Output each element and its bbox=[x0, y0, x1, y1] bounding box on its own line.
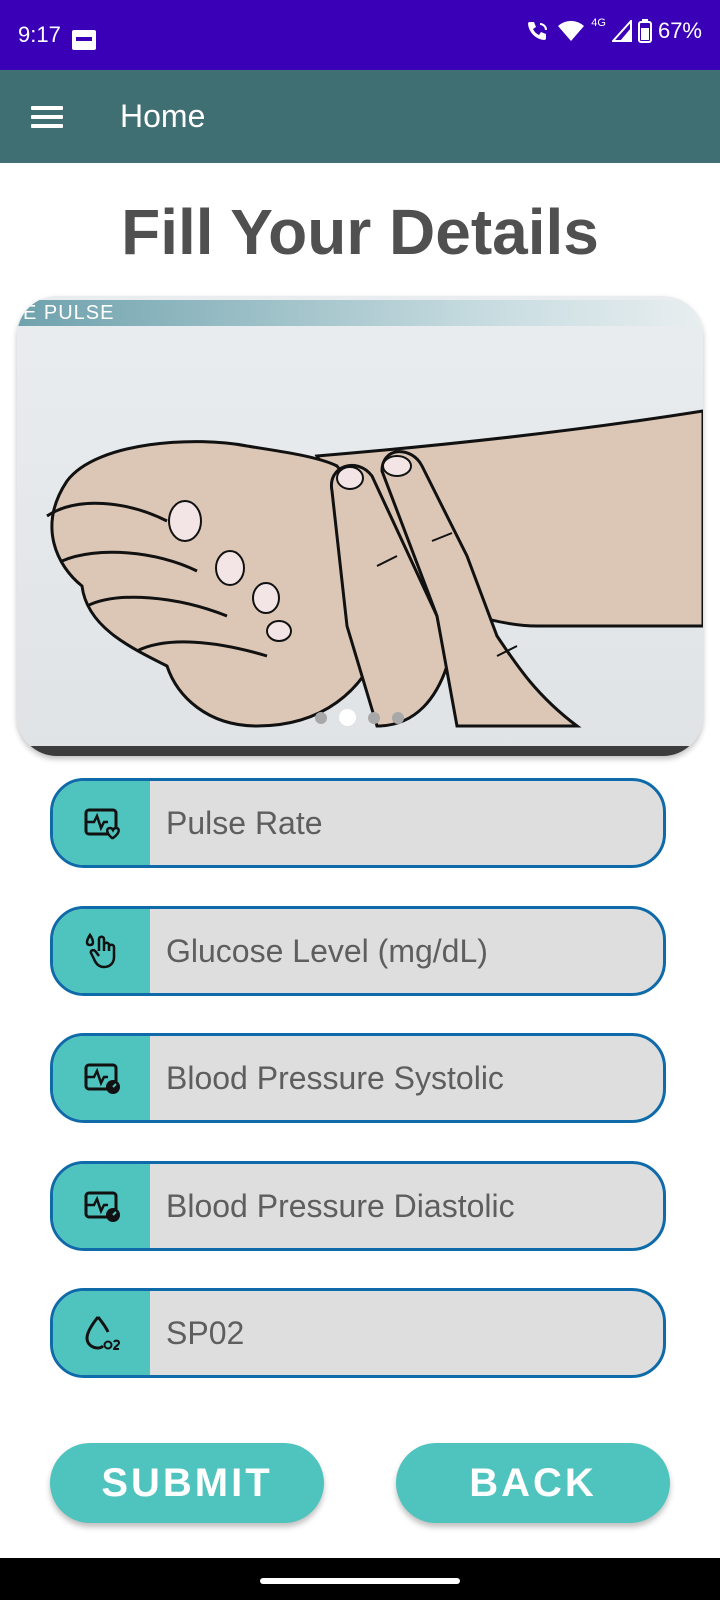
wifi-icon bbox=[558, 20, 585, 41]
system-navigation-bar bbox=[0, 1558, 720, 1600]
blood-pressure-systolic-field[interactable]: Blood Pressure Systolic bbox=[50, 1033, 666, 1123]
field-placeholder: Blood Pressure Diastolic bbox=[166, 1187, 515, 1224]
signal-icon bbox=[611, 20, 632, 42]
blood-pressure-icon bbox=[84, 1191, 120, 1222]
status-time: 9:17 bbox=[18, 22, 61, 47]
glucose-level-field[interactable]: Glucose Level (mg/dL) bbox=[50, 906, 666, 996]
pulse-rate-field[interactable]: Pulse Rate bbox=[50, 778, 666, 868]
carousel-dot[interactable] bbox=[392, 711, 404, 724]
wifi-call-icon bbox=[528, 22, 548, 40]
app-bar: Home bbox=[0, 70, 720, 163]
field-placeholder: Glucose Level (mg/dL) bbox=[166, 932, 488, 969]
home-gesture-handle[interactable] bbox=[260, 1578, 460, 1584]
field-placeholder: Pulse Rate bbox=[166, 804, 323, 841]
oxygen-drop-icon bbox=[84, 1316, 120, 1350]
finger-drop-icon bbox=[85, 932, 115, 969]
carousel-dot[interactable] bbox=[315, 711, 327, 724]
pulse-check-illustration bbox=[46, 409, 703, 728]
carousel-indicators bbox=[315, 709, 404, 726]
image-carousel[interactable]: E PULSE bbox=[17, 296, 703, 756]
page-title: Fill Your Details bbox=[121, 196, 599, 268]
field-icon-box bbox=[53, 1164, 150, 1248]
spo2-field[interactable]: SP02 bbox=[50, 1288, 666, 1378]
blood-pressure-icon bbox=[84, 1063, 120, 1094]
status-icons: 4G 67% bbox=[525, 17, 702, 44]
app-bar-title: Home bbox=[120, 98, 206, 134]
blood-pressure-diastolic-field[interactable]: Blood Pressure Diastolic bbox=[50, 1161, 666, 1251]
field-icon-box bbox=[53, 909, 150, 993]
field-placeholder: SP02 bbox=[166, 1314, 245, 1351]
notification-icon bbox=[72, 30, 96, 50]
submit-button[interactable]: SUBMIT bbox=[50, 1443, 324, 1523]
network-type: 4G bbox=[591, 17, 606, 29]
field-icon-box bbox=[53, 781, 150, 865]
field-placeholder: Blood Pressure Systolic bbox=[166, 1059, 504, 1096]
status-bar: 9:17 4G 67% bbox=[0, 0, 720, 70]
field-icon-box bbox=[53, 1036, 150, 1120]
battery-level: 67% bbox=[657, 18, 702, 43]
carousel-bottom-edge bbox=[17, 746, 703, 756]
carousel-dot[interactable] bbox=[339, 709, 356, 726]
battery-icon bbox=[637, 19, 652, 43]
heart-monitor-icon bbox=[84, 808, 120, 840]
carousel-dot[interactable] bbox=[368, 711, 380, 724]
field-icon-box bbox=[53, 1291, 150, 1375]
menu-icon[interactable] bbox=[31, 106, 63, 128]
back-button[interactable]: BACK bbox=[396, 1443, 670, 1523]
